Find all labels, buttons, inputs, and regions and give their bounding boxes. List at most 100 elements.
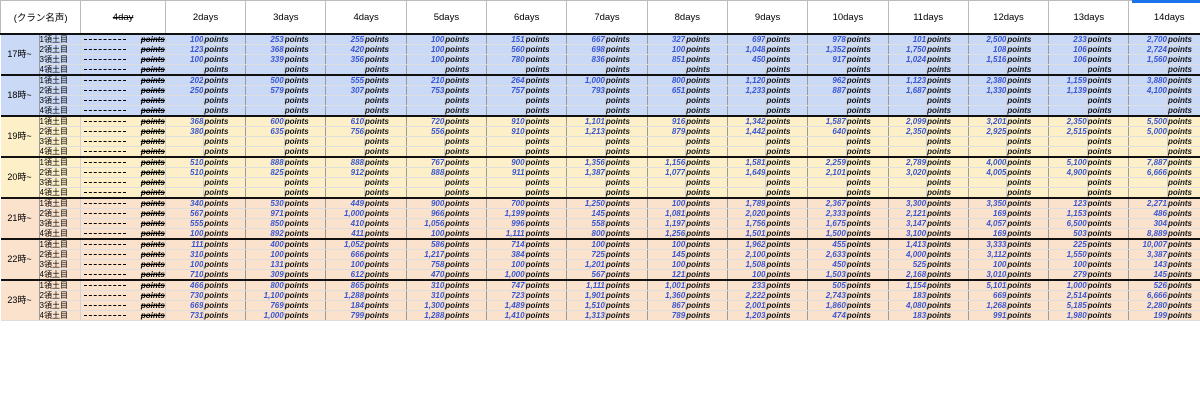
points-unit[interactable]: points — [685, 218, 728, 229]
points-value[interactable]: 586 — [406, 238, 446, 250]
points-value[interactable]: 800 — [245, 279, 285, 291]
points-unit[interactable]: points — [605, 279, 648, 291]
points-unit[interactable]: points — [846, 146, 889, 158]
points-unit[interactable]: points — [1167, 269, 1200, 281]
points-value[interactable]: 356 — [325, 54, 365, 65]
points-unit[interactable]: points — [364, 115, 407, 127]
points-value[interactable]: 962 — [807, 74, 847, 86]
points-unit[interactable]: points — [364, 249, 407, 260]
points-value[interactable] — [888, 136, 928, 147]
points-value[interactable] — [807, 105, 847, 117]
points-value[interactable]: 510 — [165, 156, 205, 168]
points-value[interactable]: 100 — [1048, 259, 1088, 270]
points-unit[interactable]: points — [203, 310, 247, 321]
points-value[interactable] — [1128, 177, 1168, 188]
points-value[interactable] — [647, 177, 687, 188]
points-value[interactable]: 1,111 — [566, 279, 606, 291]
points-value[interactable]: 560 — [486, 44, 526, 55]
day1-cell[interactable]: points — [80, 136, 166, 147]
points-value[interactable]: 911 — [486, 167, 526, 178]
points-value[interactable]: 1,077 — [647, 167, 687, 178]
points-value[interactable]: 7,887 — [1128, 156, 1168, 168]
points-unit[interactable]: points — [1006, 269, 1050, 281]
points-value[interactable]: 1,101 — [566, 115, 606, 127]
points-value[interactable] — [1048, 146, 1088, 158]
points-unit[interactable]: points — [926, 249, 969, 260]
points-value[interactable]: 1,649 — [727, 167, 767, 178]
points-unit[interactable]: points — [926, 177, 969, 188]
points-unit[interactable]: points — [1087, 197, 1130, 209]
points-value[interactable]: 1,001 — [647, 279, 687, 291]
points-unit[interactable]: points — [1087, 115, 1130, 127]
day1-cell[interactable]: points — [80, 126, 166, 137]
points-value[interactable] — [406, 64, 446, 76]
points-unit[interactable]: points — [765, 259, 809, 270]
points-unit[interactable]: points — [685, 64, 728, 76]
points-value[interactable]: 865 — [325, 279, 365, 291]
points-unit[interactable]: points — [1006, 44, 1050, 55]
points-unit[interactable]: points — [284, 167, 327, 178]
points-value[interactable] — [245, 136, 285, 147]
points-unit[interactable]: points — [444, 126, 488, 137]
points-value[interactable]: 2,271 — [1128, 197, 1168, 209]
points-unit[interactable]: points — [1006, 187, 1050, 199]
points-value[interactable]: 2,724 — [1128, 44, 1168, 55]
points-value[interactable]: 1,000 — [325, 208, 365, 219]
points-value[interactable]: 747 — [486, 279, 526, 291]
points-unit[interactable]: points — [765, 136, 809, 147]
points-value[interactable] — [406, 187, 446, 199]
points-unit[interactable]: points — [203, 115, 247, 127]
points-value[interactable] — [566, 177, 606, 188]
points-unit[interactable]: points — [525, 156, 568, 168]
points-value[interactable]: 400 — [245, 238, 285, 250]
points-value[interactable]: 1,413 — [888, 238, 928, 250]
points-value[interactable] — [566, 95, 606, 106]
day-header-8[interactable]: 8days — [646, 0, 728, 35]
points-unit[interactable]: points — [605, 238, 648, 250]
points-unit[interactable]: points — [284, 187, 327, 199]
points-unit[interactable]: points — [444, 167, 488, 178]
points-value[interactable]: 250 — [165, 85, 205, 96]
points-unit[interactable]: points — [284, 208, 327, 219]
points-unit[interactable]: points — [1006, 177, 1050, 188]
points-unit[interactable]: points — [1087, 85, 1130, 96]
points-value[interactable] — [727, 95, 767, 106]
points-value[interactable]: 1,962 — [727, 238, 767, 250]
points-value[interactable]: 1,356 — [566, 156, 606, 168]
points-value[interactable] — [406, 136, 446, 147]
points-unit[interactable]: points — [1087, 208, 1130, 219]
points-value[interactable] — [968, 187, 1008, 199]
points-unit[interactable]: points — [605, 300, 648, 311]
points-unit[interactable]: points — [1006, 74, 1050, 86]
points-value[interactable]: 910 — [486, 115, 526, 127]
points-value[interactable]: 917 — [807, 54, 847, 65]
points-value[interactable] — [486, 105, 526, 117]
points-unit[interactable]: points — [1167, 54, 1200, 65]
points-value[interactable]: 555 — [325, 74, 365, 86]
points-value[interactable] — [486, 177, 526, 188]
points-unit[interactable]: points — [444, 177, 488, 188]
points-unit[interactable]: points — [846, 74, 889, 86]
points-value[interactable]: 100 — [486, 259, 526, 270]
points-unit[interactable]: points — [203, 33, 247, 45]
points-value[interactable]: 1,352 — [807, 44, 847, 55]
points-unit[interactable]: points — [1167, 228, 1200, 240]
points-value[interactable] — [727, 105, 767, 117]
points-unit[interactable]: points — [846, 33, 889, 45]
points-unit[interactable]: points — [605, 228, 648, 240]
points-value[interactable]: 2,380 — [968, 74, 1008, 86]
points-unit[interactable]: points — [846, 249, 889, 260]
points-value[interactable]: 100 — [647, 238, 687, 250]
points-value[interactable]: 3,010 — [968, 269, 1008, 281]
points-value[interactable]: 380 — [165, 126, 205, 137]
points-unit[interactable]: points — [1167, 167, 1200, 178]
points-unit[interactable]: points — [364, 218, 407, 229]
points-unit[interactable]: points — [444, 146, 488, 158]
points-unit[interactable]: points — [364, 197, 407, 209]
points-value[interactable] — [888, 187, 928, 199]
points-unit[interactable]: points — [926, 167, 969, 178]
points-value[interactable] — [325, 64, 365, 76]
points-unit[interactable]: points — [926, 290, 969, 301]
points-value[interactable]: 526 — [1128, 279, 1168, 291]
points-value[interactable]: 1,000 — [486, 269, 526, 281]
